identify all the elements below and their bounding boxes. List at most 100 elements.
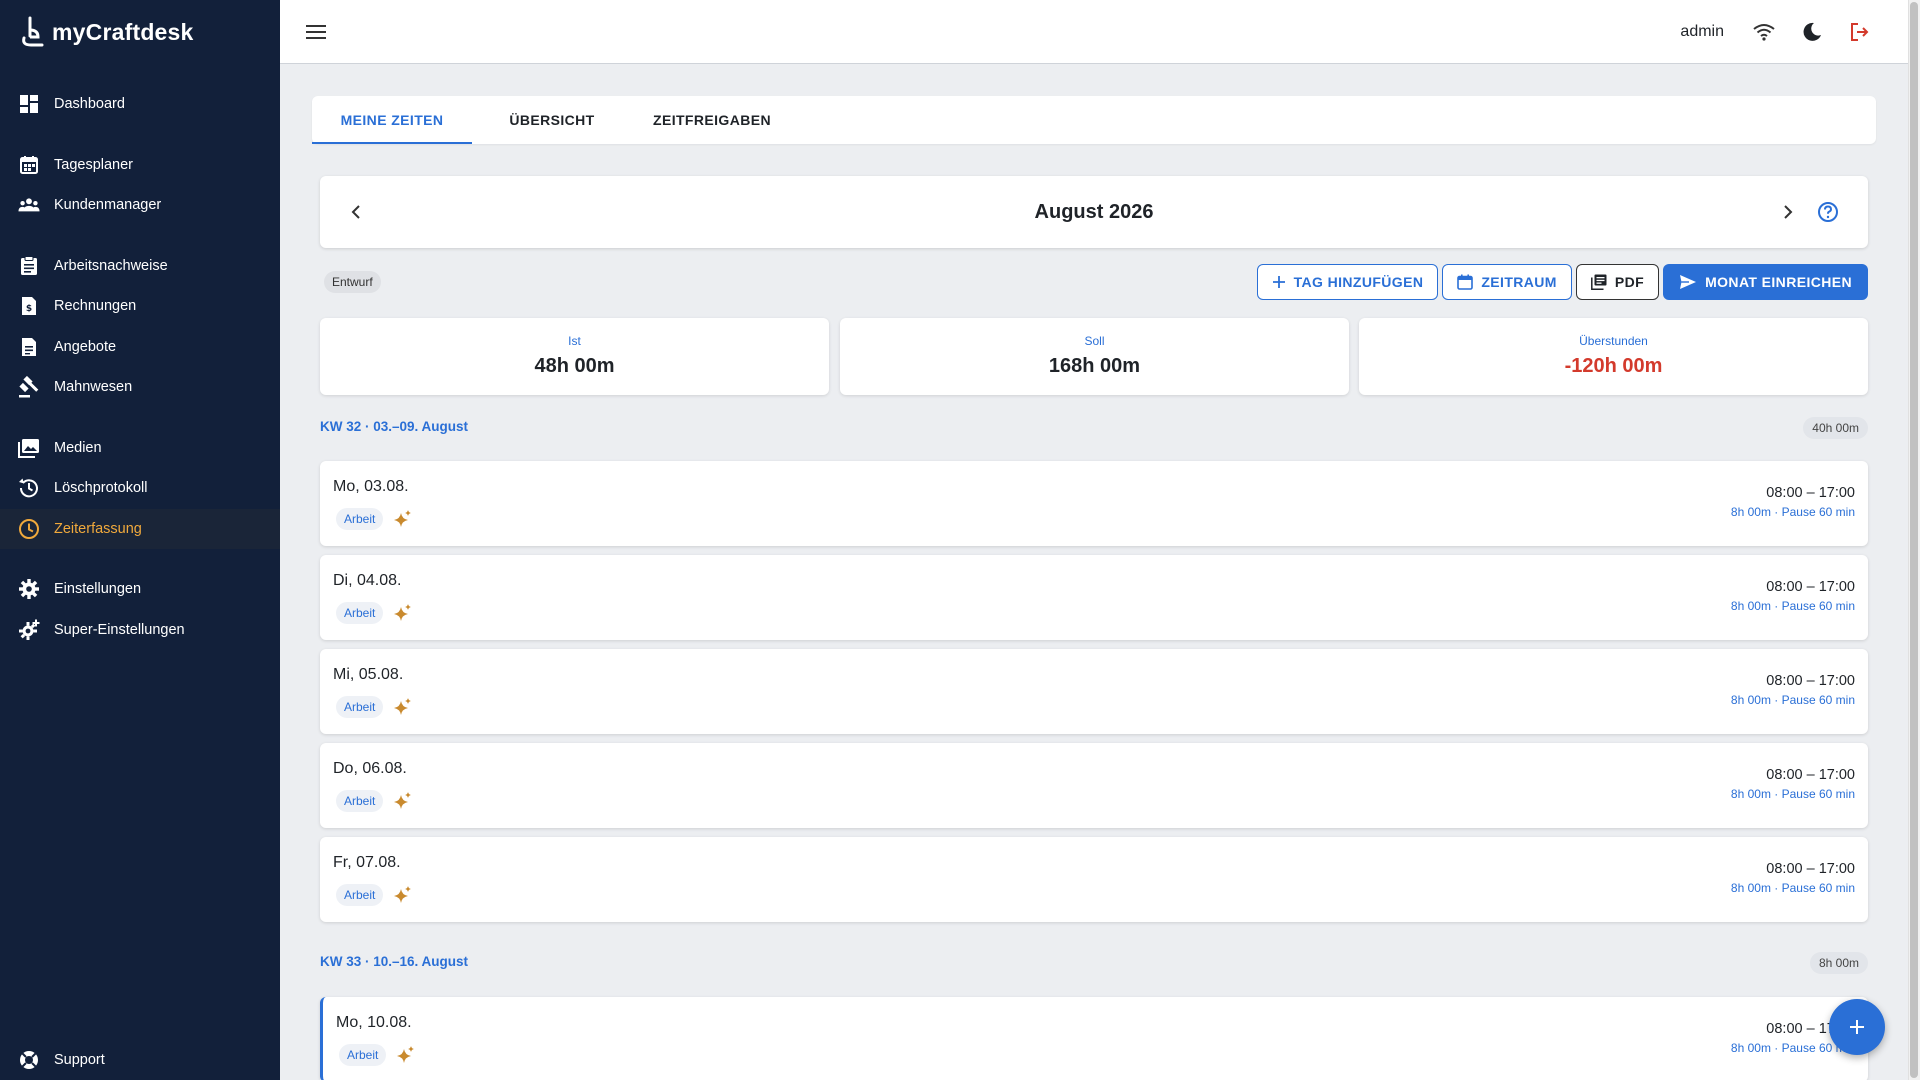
calendar-icon xyxy=(18,154,40,176)
add-day-button[interactable]: TAG HINZUFÜGEN xyxy=(1256,264,1439,300)
sidebar-item-support[interactable]: Support xyxy=(0,1040,280,1080)
sidebar-item-zeiterfassung[interactable]: Zeiterfassung xyxy=(0,509,280,549)
sidebar-item-label: Mahnwesen xyxy=(54,379,133,395)
submit-month-button[interactable]: MONAT EINREICHEN xyxy=(1663,264,1868,300)
sidebar-item-mahnwesen[interactable]: Mahnwesen xyxy=(0,367,280,407)
calendar-icon xyxy=(1457,274,1474,290)
moon-icon[interactable] xyxy=(1800,20,1824,44)
invoice-icon: $ xyxy=(18,295,40,317)
sidebar-item-arbeitsnachweise[interactable]: Arbeitsnachweise xyxy=(0,246,280,286)
next-month-button[interactable] xyxy=(1776,200,1800,224)
time-range: 08:00 – 17:00 xyxy=(1766,485,1855,501)
day-date: Mo, 10.08. xyxy=(336,1014,412,1031)
day-entry[interactable]: Mi, 05.08. Arbeit 08:00 – 17:00 8h 00m ·… xyxy=(320,649,1868,734)
sparkle-icon xyxy=(397,1046,414,1063)
day-entry[interactable]: Mo, 10.08. Arbeit 08:00 – 17:00 8h 00m ·… xyxy=(320,997,1868,1080)
time-range: 08:00 – 17:00 xyxy=(1766,861,1855,877)
week-header: KW 33 · 10.–16. August 8h 00m xyxy=(320,952,1868,974)
sparkle-icon xyxy=(394,886,411,903)
sidebar-item-kundenmanager[interactable]: Kundenmanager xyxy=(0,185,280,225)
tab-zeitfreigaben[interactable]: ZEITFREIGABEN xyxy=(632,96,792,144)
clipboard-icon xyxy=(18,255,40,277)
send-icon xyxy=(1680,275,1697,289)
app-logo[interactable]: myCraftdesk xyxy=(18,16,194,48)
svg-text:$: $ xyxy=(26,304,32,314)
submit-month-label: MONAT EINREICHEN xyxy=(1705,274,1852,290)
gear-plus-icon xyxy=(18,619,40,641)
duration-detail: 8h 00m · Pause 60 min xyxy=(1730,881,1855,895)
sidebar-item-label: Kundenmanager xyxy=(54,197,162,213)
logout-icon[interactable] xyxy=(1848,20,1872,44)
status-badge: Entwurf xyxy=(324,271,381,293)
stat-value: -120h 00m xyxy=(1564,355,1663,377)
sidebar-item-label: Super-Einstellungen xyxy=(54,622,185,638)
stat-ist: Ist 48h 00m xyxy=(320,318,829,395)
pdf-icon xyxy=(1590,274,1607,290)
sparkle-icon xyxy=(394,698,411,715)
tab-uebersicht[interactable]: ÜBERSICHT xyxy=(472,96,632,144)
logo-icon xyxy=(22,16,44,47)
chevron-left-icon xyxy=(351,205,360,219)
day-date: Di, 04.08. xyxy=(333,572,402,589)
day-date: Mo, 03.08. xyxy=(333,478,409,495)
help-icon xyxy=(1818,202,1838,222)
previous-month-button[interactable] xyxy=(344,200,368,224)
day-entry[interactable]: Di, 04.08. Arbeit 08:00 – 17:00 8h 00m ·… xyxy=(320,555,1868,640)
stat-label: Ist xyxy=(568,334,581,348)
sparkle-icon xyxy=(394,792,411,809)
add-entry-fab[interactable] xyxy=(1829,999,1885,1055)
sidebar-item-label: Medien xyxy=(54,440,102,456)
wifi-icon[interactable] xyxy=(1752,20,1776,44)
entry-type-chip: Arbeit xyxy=(336,508,384,530)
sidebar-item-dashboard[interactable]: Dashboard xyxy=(0,84,280,124)
entry-type-chip: Arbeit xyxy=(336,602,384,624)
duration-detail: 8h 00m · Pause 60 min xyxy=(1730,599,1855,613)
day-date: Mi, 05.08. xyxy=(333,666,404,683)
tab-meine-zeiten[interactable]: MEINE ZEITEN xyxy=(312,96,472,144)
day-entry[interactable]: Do, 06.08. Arbeit 08:00 – 17:00 8h 00m ·… xyxy=(320,743,1868,828)
time-range: 08:00 – 17:00 xyxy=(1766,579,1855,595)
duration-detail: 8h 00m · Pause 60 min xyxy=(1730,505,1855,519)
sidebar-item-label: Arbeitsnachweise xyxy=(54,258,168,274)
duration-detail: 8h 00m · Pause 60 min xyxy=(1730,693,1855,707)
month-selector: August 2026 xyxy=(320,176,1868,248)
entry-type-chip: Arbeit xyxy=(336,790,384,812)
action-bar: TAG HINZUFÜGEN ZEITRAUM PDF MONAT EINREI… xyxy=(1256,264,1868,300)
week-label: KW 33 · 10.–16. August xyxy=(320,954,469,969)
day-entry[interactable]: Fr, 07.08. Arbeit 08:00 – 17:00 8h 00m ·… xyxy=(320,837,1868,922)
top-app-bar: admin xyxy=(280,0,1908,64)
day-entry[interactable]: Mo, 03.08. Arbeit 08:00 – 17:00 8h 00m ·… xyxy=(320,461,1868,546)
date-range-label: ZEITRAUM xyxy=(1481,274,1557,290)
stat-label: Soll xyxy=(1084,334,1105,348)
plus-icon xyxy=(1272,276,1285,288)
sidebar-item-einstellungen[interactable]: Einstellungen xyxy=(0,569,280,609)
stat-ueberstunden: Überstunden -120h 00m xyxy=(1359,318,1868,395)
pdf-button[interactable]: PDF xyxy=(1575,264,1660,300)
scrollbar-thumb[interactable] xyxy=(1910,2,1918,1078)
week-total-badge: 8h 00m xyxy=(1809,952,1868,974)
photo-library-icon xyxy=(18,437,40,459)
page-scrollbar[interactable] xyxy=(1908,0,1920,1080)
sidebar-item-tagesplaner[interactable]: Tagesplaner xyxy=(0,145,280,185)
date-range-button[interactable]: ZEITRAUM xyxy=(1442,264,1572,300)
sidebar-item-loeschprotokoll[interactable]: Löschprotokoll xyxy=(0,468,280,508)
sidebar-item-rechnungen[interactable]: $ Rechnungen xyxy=(0,286,280,326)
day-date: Do, 06.08. xyxy=(333,760,407,777)
stat-soll: Soll 168h 00m xyxy=(840,318,1349,395)
sidebar-item-angebote[interactable]: Angebote xyxy=(0,327,280,367)
user-name[interactable]: admin xyxy=(1680,23,1724,41)
stat-value: 168h 00m xyxy=(1048,355,1141,377)
sidebar-item-medien[interactable]: Medien xyxy=(0,428,280,468)
history-icon xyxy=(18,477,40,499)
sidebar-item-label: Dashboard xyxy=(54,96,125,112)
chevron-right-icon xyxy=(1784,205,1793,219)
gear-icon xyxy=(18,578,40,600)
sidebar-item-super-einstellungen[interactable]: Super-Einstellungen xyxy=(0,610,280,650)
clock-icon xyxy=(18,518,40,540)
menu-icon[interactable] xyxy=(304,20,328,44)
sidebar-item-label: Support xyxy=(54,1052,105,1068)
entry-type-chip: Arbeit xyxy=(336,696,384,718)
help-button[interactable] xyxy=(1816,200,1840,224)
time-range: 08:00 – 17:00 xyxy=(1766,673,1855,689)
app-name: myCraftdesk xyxy=(52,18,194,45)
